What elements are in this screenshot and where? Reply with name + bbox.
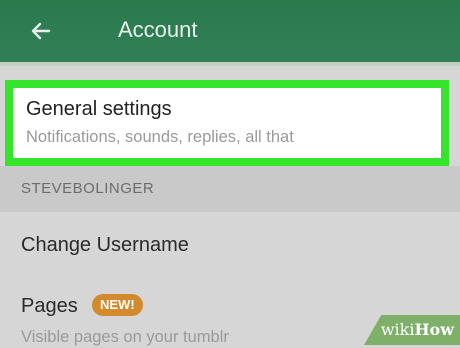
new-badge: NEW! (92, 294, 143, 316)
pages-label: Pages (21, 295, 78, 317)
wikihow-watermark-text: wikiHow (381, 320, 454, 340)
general-settings-title: General settings (26, 98, 172, 120)
arrow-left-icon (31, 22, 51, 40)
blog-name-label: STEVEBOLINGER (21, 180, 155, 197)
watermark-suffix: How (414, 320, 454, 339)
change-username-item[interactable]: Change Username (0, 212, 460, 274)
back-button[interactable] (26, 16, 56, 46)
watermark-prefix: wiki (380, 320, 415, 339)
app-bar: Account (0, 0, 460, 66)
section-header: STEVEBOLINGER (0, 166, 460, 212)
general-settings-item[interactable]: General settings Notifications, sounds, … (5, 80, 449, 166)
page-title: Account (118, 17, 198, 42)
general-settings-subtitle: Notifications, sounds, replies, all that (26, 128, 294, 146)
change-username-label: Change Username (21, 234, 189, 256)
